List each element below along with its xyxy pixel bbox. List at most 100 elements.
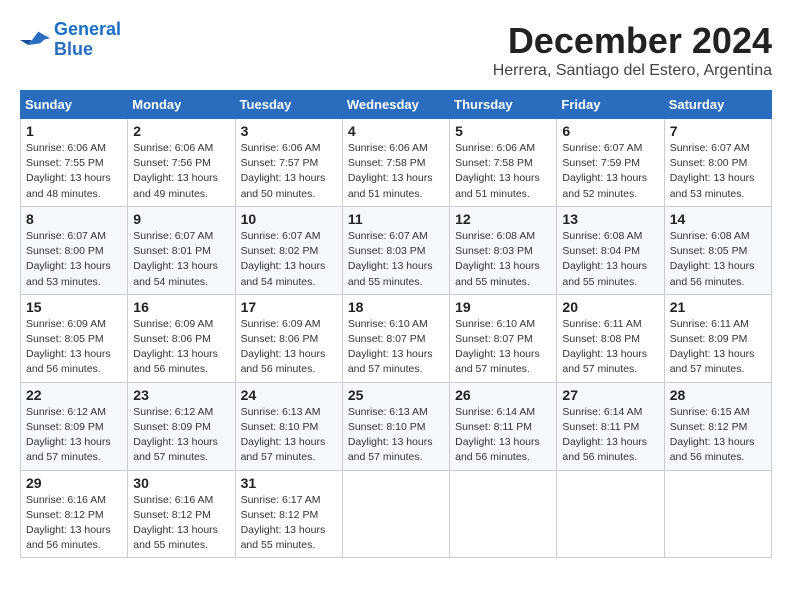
day-info: Sunrise: 6:16 AMSunset: 8:12 PMDaylight:… xyxy=(133,493,229,554)
calendar-cell: 12 Sunrise: 6:08 AMSunset: 8:03 PMDayligh… xyxy=(450,206,557,294)
calendar-cell: 18 Sunrise: 6:10 AMSunset: 8:07 PMDayligh… xyxy=(342,294,449,382)
day-number: 28 xyxy=(670,387,766,403)
calendar-week-row: 15 Sunrise: 6:09 AMSunset: 8:05 PMDayligh… xyxy=(21,294,772,382)
day-number: 20 xyxy=(562,299,658,315)
calendar-cell: 17Sunrise: 6:09 AMSunset: 8:06 PMDayligh… xyxy=(235,294,342,382)
calendar-cell: 21 Sunrise: 6:11 AMSunset: 8:09 PMDayligh… xyxy=(664,294,771,382)
day-number: 5 xyxy=(455,123,551,139)
day-info: Sunrise: 6:07 AMSunset: 8:00 PMDaylight:… xyxy=(26,229,122,290)
calendar-cell: 1 Sunrise: 6:06 AMSunset: 7:55 PMDaylight… xyxy=(21,119,128,207)
calendar-cell xyxy=(450,470,557,558)
calendar-cell: 20 Sunrise: 6:11 AMSunset: 8:08 PMDayligh… xyxy=(557,294,664,382)
day-info: Sunrise: 6:10 AMSunset: 8:07 PMDaylight:… xyxy=(348,317,444,378)
day-number: 1 xyxy=(26,123,122,139)
day-number: 23 xyxy=(133,387,229,403)
day-info: Sunrise: 6:06 AMSunset: 7:57 PMDaylight:… xyxy=(241,141,337,202)
calendar-cell: 4Sunrise: 6:06 AMSunset: 7:58 PMDaylight… xyxy=(342,119,449,207)
calendar-cell xyxy=(342,470,449,558)
day-number: 19 xyxy=(455,299,551,315)
calendar-cell: 23 Sunrise: 6:12 AMSunset: 8:09 PMDayligh… xyxy=(128,382,235,470)
calendar-cell: 9 Sunrise: 6:07 AMSunset: 8:01 PMDaylight… xyxy=(128,206,235,294)
calendar-cell: 28Sunrise: 6:15 AMSunset: 8:12 PMDayligh… xyxy=(664,382,771,470)
day-info: Sunrise: 6:13 AMSunset: 8:10 PMDaylight:… xyxy=(348,405,444,466)
day-number: 31 xyxy=(241,475,337,491)
day-number: 13 xyxy=(562,211,658,227)
calendar-cell: 7Sunrise: 6:07 AMSunset: 8:00 PMDaylight… xyxy=(664,119,771,207)
calendar-cell: 3Sunrise: 6:06 AMSunset: 7:57 PMDaylight… xyxy=(235,119,342,207)
day-info: Sunrise: 6:16 AMSunset: 8:12 PMDaylight:… xyxy=(26,493,122,554)
day-number: 30 xyxy=(133,475,229,491)
calendar-cell: 19Sunrise: 6:10 AMSunset: 8:07 PMDayligh… xyxy=(450,294,557,382)
day-info: Sunrise: 6:11 AMSunset: 8:08 PMDaylight:… xyxy=(562,317,658,378)
page-header: General Blue December 2024 Herrera, Sant… xyxy=(20,20,772,80)
calendar-week-row: 1 Sunrise: 6:06 AMSunset: 7:55 PMDaylight… xyxy=(21,119,772,207)
day-info: Sunrise: 6:11 AMSunset: 8:09 PMDaylight:… xyxy=(670,317,766,378)
calendar-cell: 29 Sunrise: 6:16 AMSunset: 8:12 PMDayligh… xyxy=(21,470,128,558)
weekday-header-saturday: Saturday xyxy=(664,91,771,119)
day-number: 27 xyxy=(562,387,658,403)
day-number: 17 xyxy=(241,299,337,315)
day-info: Sunrise: 6:13 AMSunset: 8:10 PMDaylight:… xyxy=(241,405,337,466)
calendar-cell: 26Sunrise: 6:14 AMSunset: 8:11 PMDayligh… xyxy=(450,382,557,470)
calendar-cell: 31 Sunrise: 6:17 AMSunset: 8:12 PMDayligh… xyxy=(235,470,342,558)
calendar-cell: 13 Sunrise: 6:08 AMSunset: 8:04 PMDayligh… xyxy=(557,206,664,294)
weekday-header-friday: Friday xyxy=(557,91,664,119)
day-number: 24 xyxy=(241,387,337,403)
day-info: Sunrise: 6:09 AMSunset: 8:05 PMDaylight:… xyxy=(26,317,122,378)
logo-line2: Blue xyxy=(54,39,93,59)
weekday-header-thursday: Thursday xyxy=(450,91,557,119)
calendar-cell: 8Sunrise: 6:07 AMSunset: 8:00 PMDaylight… xyxy=(21,206,128,294)
weekday-header-sunday: Sunday xyxy=(21,91,128,119)
location-title: Herrera, Santiago del Estero, Argentina xyxy=(493,62,772,80)
calendar-table: SundayMondayTuesdayWednesdayThursdayFrid… xyxy=(20,90,772,558)
day-info: Sunrise: 6:08 AMSunset: 8:04 PMDaylight:… xyxy=(562,229,658,290)
day-number: 10 xyxy=(241,211,337,227)
day-number: 7 xyxy=(670,123,766,139)
calendar-cell: 14Sunrise: 6:08 AMSunset: 8:05 PMDayligh… xyxy=(664,206,771,294)
day-info: Sunrise: 6:06 AMSunset: 7:55 PMDaylight:… xyxy=(26,141,122,202)
day-info: Sunrise: 6:14 AMSunset: 8:11 PMDaylight:… xyxy=(562,405,658,466)
logo: General Blue xyxy=(20,20,121,60)
calendar-cell: 27 Sunrise: 6:14 AMSunset: 8:11 PMDayligh… xyxy=(557,382,664,470)
weekday-header-wednesday: Wednesday xyxy=(342,91,449,119)
calendar-cell: 16Sunrise: 6:09 AMSunset: 8:06 PMDayligh… xyxy=(128,294,235,382)
day-info: Sunrise: 6:08 AMSunset: 8:03 PMDaylight:… xyxy=(455,229,551,290)
day-number: 6 xyxy=(562,123,658,139)
calendar-cell: 2Sunrise: 6:06 AMSunset: 7:56 PMDaylight… xyxy=(128,119,235,207)
calendar-cell: 6Sunrise: 6:07 AMSunset: 7:59 PMDaylight… xyxy=(557,119,664,207)
calendar-cell: 22 Sunrise: 6:12 AMSunset: 8:09 PMDayligh… xyxy=(21,382,128,470)
calendar-week-row: 29 Sunrise: 6:16 AMSunset: 8:12 PMDayligh… xyxy=(21,470,772,558)
calendar-cell: 15 Sunrise: 6:09 AMSunset: 8:05 PMDayligh… xyxy=(21,294,128,382)
day-number: 26 xyxy=(455,387,551,403)
weekday-header-tuesday: Tuesday xyxy=(235,91,342,119)
day-info: Sunrise: 6:08 AMSunset: 8:05 PMDaylight:… xyxy=(670,229,766,290)
calendar-week-row: 8Sunrise: 6:07 AMSunset: 8:00 PMDaylight… xyxy=(21,206,772,294)
day-info: Sunrise: 6:12 AMSunset: 8:09 PMDaylight:… xyxy=(26,405,122,466)
calendar-cell: 24 Sunrise: 6:13 AMSunset: 8:10 PMDayligh… xyxy=(235,382,342,470)
day-info: Sunrise: 6:06 AMSunset: 7:58 PMDaylight:… xyxy=(455,141,551,202)
day-number: 4 xyxy=(348,123,444,139)
calendar-cell xyxy=(557,470,664,558)
day-info: Sunrise: 6:07 AMSunset: 8:01 PMDaylight:… xyxy=(133,229,229,290)
day-info: Sunrise: 6:17 AMSunset: 8:12 PMDaylight:… xyxy=(241,493,337,554)
logo-text: General Blue xyxy=(54,20,121,60)
calendar-cell: 25Sunrise: 6:13 AMSunset: 8:10 PMDayligh… xyxy=(342,382,449,470)
logo-icon xyxy=(20,28,50,52)
weekday-header-monday: Monday xyxy=(128,91,235,119)
day-info: Sunrise: 6:06 AMSunset: 7:56 PMDaylight:… xyxy=(133,141,229,202)
day-info: Sunrise: 6:07 AMSunset: 8:02 PMDaylight:… xyxy=(241,229,337,290)
calendar-cell: 30 Sunrise: 6:16 AMSunset: 8:12 PMDayligh… xyxy=(128,470,235,558)
calendar-cell: 10 Sunrise: 6:07 AMSunset: 8:02 PMDayligh… xyxy=(235,206,342,294)
day-info: Sunrise: 6:12 AMSunset: 8:09 PMDaylight:… xyxy=(133,405,229,466)
day-number: 9 xyxy=(133,211,229,227)
month-title: December 2024 xyxy=(493,20,772,62)
calendar-week-row: 22 Sunrise: 6:12 AMSunset: 8:09 PMDayligh… xyxy=(21,382,772,470)
day-number: 15 xyxy=(26,299,122,315)
day-number: 18 xyxy=(348,299,444,315)
day-number: 22 xyxy=(26,387,122,403)
day-number: 21 xyxy=(670,299,766,315)
day-number: 29 xyxy=(26,475,122,491)
day-number: 16 xyxy=(133,299,229,315)
day-number: 12 xyxy=(455,211,551,227)
calendar-cell: 5 Sunrise: 6:06 AMSunset: 7:58 PMDaylight… xyxy=(450,119,557,207)
